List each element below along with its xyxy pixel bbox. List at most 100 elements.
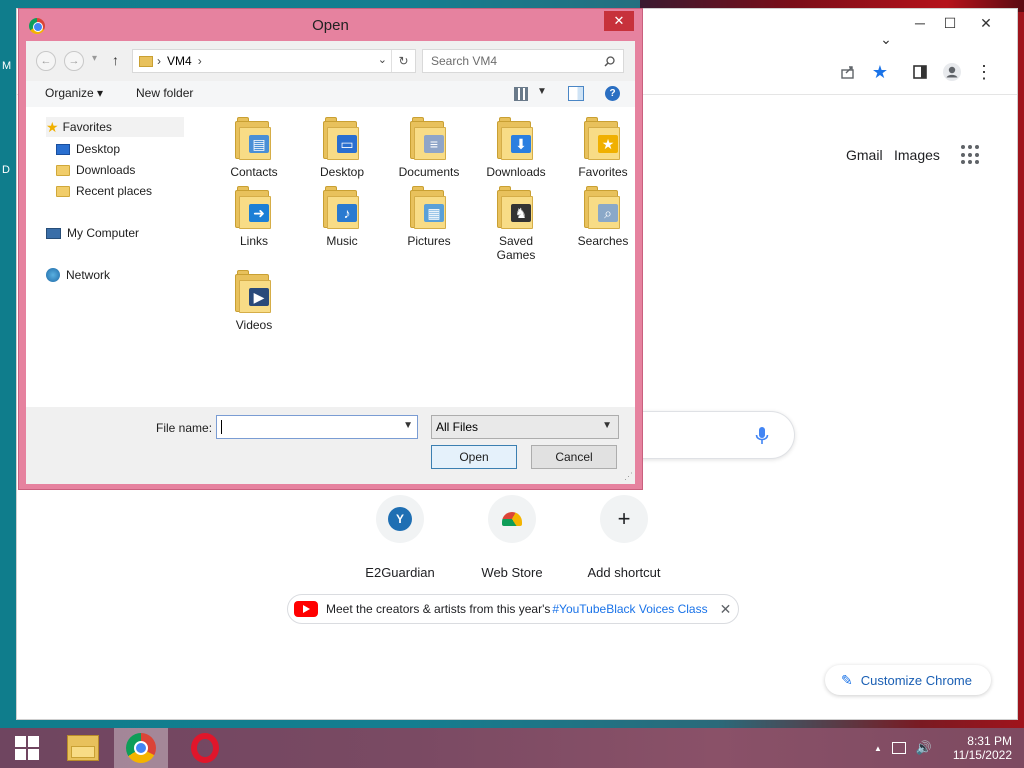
minimize-button[interactable]: ─ [903,11,937,35]
breadcrumb-separator[interactable]: › [198,54,202,68]
pencil-icon: ✎ [841,671,853,688]
folder-pictures[interactable]: ▦ Pictures [385,186,473,248]
folder-videos[interactable]: ▶ Videos [210,270,298,332]
folder-desktop[interactable]: ▭ Desktop [298,117,386,179]
web-store-icon [502,512,522,526]
file-type-dropdown-icon[interactable]: ▼ [602,420,612,431]
nav-favorites[interactable]: ★ Favorites [46,117,184,137]
shortcut-web-store[interactable]: Web Store [457,495,567,580]
folder-music[interactable]: ♪ Music [298,186,386,248]
nav-downloads-label: Downloads [76,163,136,177]
folder-contacts[interactable]: ▤ Contacts [210,117,298,179]
new-folder-button[interactable]: New folder [136,86,193,100]
search-input[interactable]: Search VM4 [422,49,624,73]
shortcut-label: E2Guardian [365,565,435,580]
folder-documents[interactable]: ≡ Documents [385,117,473,179]
network-icon [46,268,60,282]
folder-icon: ▭ [323,117,361,161]
file-label: Music [326,234,358,248]
dialog-footer: File name: ▼ All Files ▼ Open Cancel ⋰ [26,407,635,484]
cancel-button[interactable]: Cancel [531,445,617,469]
file-type-select[interactable]: All Files ▼ [431,415,619,439]
open-button[interactable]: Open [431,445,517,469]
youtube-icon [294,601,318,617]
promo-banner[interactable]: Meet the creators & artists from this ye… [287,594,739,624]
address-bar[interactable]: › VM4 › ⌄ ↻ [132,49,416,73]
promo-tag[interactable]: #YouTubeBlack Voices Class [552,602,707,616]
view-options-icon[interactable] [514,87,528,101]
volume-icon[interactable]: 🔊 [916,740,932,756]
file-name-dropdown-icon[interactable]: ▼ [403,420,413,431]
network-status-icon[interactable] [891,742,906,754]
clock[interactable]: 8:31 PM 11/15/2022 [950,728,1012,768]
folder-icon: ≡ [410,117,448,161]
navigation-pane: ★ Favorites Desktop Downloads Recent pla… [26,107,206,407]
side-panel-icon[interactable] [909,61,931,83]
back-button[interactable]: ← [36,51,56,71]
forward-button[interactable]: → [64,51,84,71]
customize-chrome-button[interactable]: ✎ Customize Chrome [825,665,991,695]
refresh-icon[interactable]: ↻ [391,50,415,72]
breadcrumb-location[interactable]: VM4 [167,54,192,68]
organize-menu[interactable]: Organize ▾ [45,86,103,100]
menu-kebab-icon[interactable]: ⋮ [973,61,995,83]
folder-icon: ♞ [497,186,535,230]
maximize-button[interactable]: ☐ [933,11,967,35]
address-dropdown-icon[interactable]: ⌄ [378,53,387,66]
taskbar-chrome[interactable] [114,728,168,768]
clock-time: 8:31 PM [967,734,1012,748]
view-dropdown-icon[interactable]: ▼ [537,86,547,97]
profile-avatar-icon[interactable] [941,61,963,83]
folder-icon: ➜ [235,186,273,230]
help-icon[interactable]: ? [605,86,620,101]
desktop-icon [56,143,70,155]
recent-locations-icon[interactable]: ▾ [92,53,97,64]
nav-my-computer[interactable]: My Computer [46,223,139,243]
show-hidden-icons[interactable]: ▲ [874,744,882,753]
folder-emblem-icon: ≡ [424,135,444,153]
start-button[interactable] [0,728,54,768]
nav-network[interactable]: Network [46,265,110,285]
up-button[interactable]: ↑ [112,52,119,68]
taskbar-file-explorer[interactable] [56,728,110,768]
desktop-icon-label[interactable]: M [2,60,11,72]
folder-emblem-icon: ♪ [337,204,357,222]
folder-saved-games[interactable]: ♞ Saved Games [472,186,560,262]
folder-emblem-icon: ▦ [424,204,444,222]
nav-desktop[interactable]: Desktop [56,139,120,159]
nav-recent-places[interactable]: Recent places [56,181,152,201]
tab-search-button[interactable]: ⌄ [869,27,903,51]
google-apps-icon[interactable] [961,145,981,165]
nav-downloads[interactable]: Downloads [56,160,135,180]
file-label: Desktop [319,165,365,179]
file-label: Searches [577,234,629,248]
add-shortcut-button[interactable]: + Add shortcut [569,495,679,580]
shortcut-e2guardian[interactable]: Y E2Guardian [345,495,455,580]
images-link[interactable]: Images [894,147,940,163]
search-icon [604,56,615,67]
folder-icon: ⌕ [584,186,622,230]
file-name-input[interactable]: ▼ [216,415,418,439]
gmail-link[interactable]: Gmail [846,147,883,163]
address-row: ← → ▾ ↑ › VM4 › ⌄ ↻ Search VM4 [26,47,635,75]
shortcut-label: Web Store [481,565,543,580]
open-file-dialog: Open ✕ ← → ▾ ↑ › VM4 › ⌄ ↻ Search VM4 Or… [18,8,643,490]
preview-pane-icon[interactable] [568,86,584,101]
share-icon[interactable] [837,61,859,83]
taskbar-opera[interactable] [178,728,232,768]
close-button[interactable]: ✕ [969,11,1003,35]
breadcrumb-separator[interactable]: › [157,54,161,68]
windows-logo-icon [15,736,39,760]
folder-links[interactable]: ➜ Links [210,186,298,248]
desktop-icon-label[interactable]: D [2,164,10,176]
resize-grip-icon[interactable]: ⋰ [624,471,633,482]
folder-favorites[interactable]: ★ Favorites [559,117,647,179]
folder-downloads[interactable]: ⬇ Downloads [472,117,560,179]
file-name-label: File name: [156,421,213,435]
promo-close-icon[interactable]: ✕ [720,601,732,618]
voice-search-icon[interactable] [755,427,769,445]
dialog-close-button[interactable]: ✕ [604,11,634,31]
bookmark-star-icon[interactable]: ★ [869,61,891,83]
shortcut-favicon: Y [388,507,412,531]
folder-searches[interactable]: ⌕ Searches [559,186,647,248]
